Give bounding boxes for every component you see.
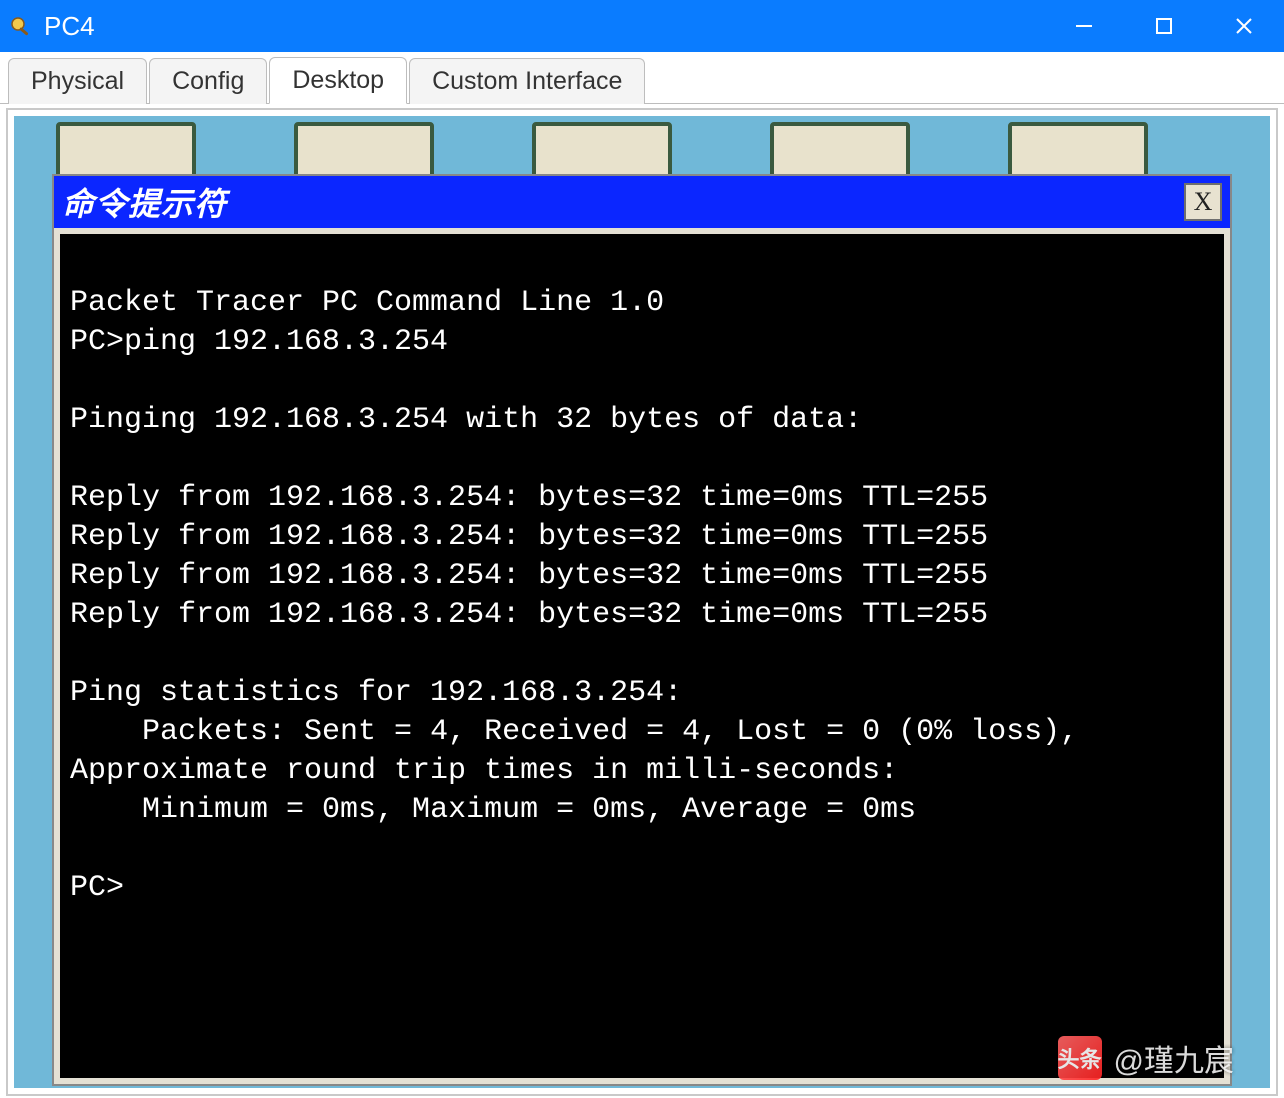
tab-config[interactable]: Config [149,58,267,104]
titlebar-left: PC4 [10,11,95,42]
window-title: PC4 [44,11,95,42]
command-prompt-titlebar[interactable]: 命令提示符 X [54,176,1230,228]
watermark-text: @瑾九宸 [1114,1036,1234,1080]
command-prompt-window: 命令提示符 X Packet Tracer PC Command Line 1.… [52,174,1232,1086]
close-icon: X [1194,187,1213,217]
tab-physical[interactable]: Physical [8,58,147,104]
command-prompt-title: 命令提示符 [60,179,227,225]
content-area: 命令提示符 X Packet Tracer PC Command Line 1.… [6,108,1278,1096]
desktop-background: 命令提示符 X Packet Tracer PC Command Line 1.… [14,116,1270,1088]
tab-custom-interface[interactable]: Custom Interface [409,58,645,104]
terminal-area[interactable]: Packet Tracer PC Command Line 1.0 PC>pin… [60,234,1224,1078]
desktop-icons-row [16,122,1268,182]
window-controls [1044,0,1284,52]
command-prompt-close-button[interactable]: X [1184,183,1222,221]
terminal-output[interactable]: Packet Tracer PC Command Line 1.0 PC>pin… [70,284,1214,908]
app-icon [10,14,34,38]
tab-desktop[interactable]: Desktop [269,57,407,104]
tabbar: Physical Config Desktop Custom Interface [0,52,1284,104]
maximize-button[interactable] [1124,0,1204,52]
watermark: 头条 @瑾九宸 [1058,1036,1234,1080]
titlebar: PC4 [0,0,1284,52]
minimize-button[interactable] [1044,0,1124,52]
watermark-logo-icon: 头条 [1058,1036,1102,1080]
close-button[interactable] [1204,0,1284,52]
